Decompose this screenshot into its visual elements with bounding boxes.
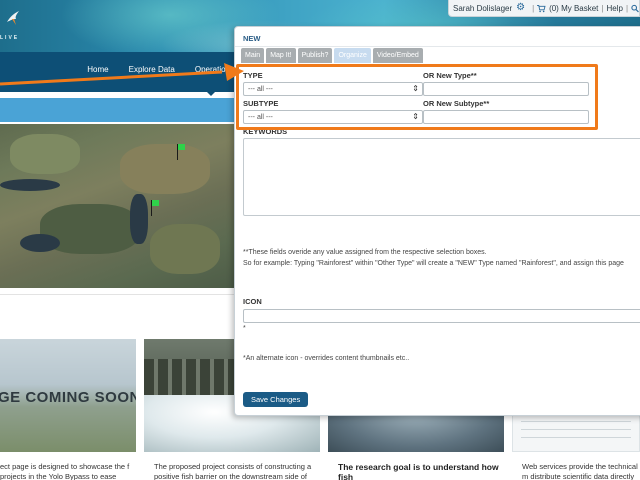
icon-input[interactable]: [243, 309, 640, 323]
map-marker-flag[interactable]: [176, 144, 186, 160]
cart-icon[interactable]: [537, 4, 546, 13]
help-text: So for example: Typing "Rainforest" with…: [243, 260, 624, 267]
tab-bar: Main Map It! Publish? Organize Video/Emb…: [241, 48, 425, 63]
tab-map-it[interactable]: Map It!: [266, 48, 296, 63]
card-description: Web services provide the technical m dis…: [522, 462, 638, 480]
divider: |: [532, 3, 535, 13]
dialog-header: NEW: [235, 27, 640, 47]
user-name-link[interactable]: Sarah Dolislager: [453, 4, 512, 13]
section-bar: [0, 98, 240, 122]
tab-organize[interactable]: Organize: [334, 48, 371, 63]
table-line: [521, 429, 631, 430]
card-image-coming-soon[interactable]: GE COMING SOON: [0, 339, 136, 452]
map-marker-flag[interactable]: [150, 200, 160, 216]
coming-soon-text: GE COMING SOON: [0, 389, 136, 406]
dialog-title: NEW: [243, 34, 261, 43]
map-terrain: [120, 144, 210, 194]
icon-label: ICON: [243, 297, 262, 306]
satellite-map[interactable]: [0, 124, 234, 288]
table-line: [521, 421, 631, 422]
tab-video-embed[interactable]: Video/Embed: [372, 48, 423, 63]
icon-asterisk: *: [243, 325, 246, 332]
keywords-textarea[interactable]: [243, 138, 640, 216]
map-water: [20, 234, 60, 252]
help-text: **These fields overide any value assigne…: [243, 249, 487, 256]
site-logo[interactable]: LIVE: [0, 6, 40, 41]
map-terrain: [150, 224, 220, 274]
flag-cloth: [152, 200, 159, 206]
card-title[interactable]: The research goal is to understand how f…: [338, 462, 508, 480]
map-water: [0, 179, 60, 191]
logo-text: LIVE: [0, 35, 20, 41]
gear-icon[interactable]: ⚙: [516, 3, 525, 13]
highlight-box: [236, 64, 598, 130]
basket-link[interactable]: (0) My Basket: [549, 4, 598, 13]
divider: [0, 294, 234, 295]
search-icon[interactable]: [631, 4, 639, 13]
bird-logo-icon: [7, 11, 19, 25]
tab-publish[interactable]: Publish?: [297, 48, 333, 63]
flag-cloth: [178, 144, 185, 150]
orange-arrow-icon: [0, 63, 244, 86]
divider: |: [625, 3, 629, 13]
save-changes-button[interactable]: Save Changes: [243, 392, 309, 407]
divider: |: [601, 3, 604, 13]
map-water: [130, 194, 148, 244]
table-line: [521, 437, 631, 438]
icon-help-text: *An alternate icon - overrides content t…: [243, 355, 410, 362]
user-bar: Sarah Dolislager ⚙ | (0) My Basket | Hel…: [448, 0, 640, 17]
card-description: ect page is designed to showcase the f p…: [0, 462, 130, 480]
help-link[interactable]: Help: [606, 4, 622, 13]
card-description: The proposed project consists of constru…: [154, 462, 312, 480]
map-terrain: [10, 134, 80, 174]
